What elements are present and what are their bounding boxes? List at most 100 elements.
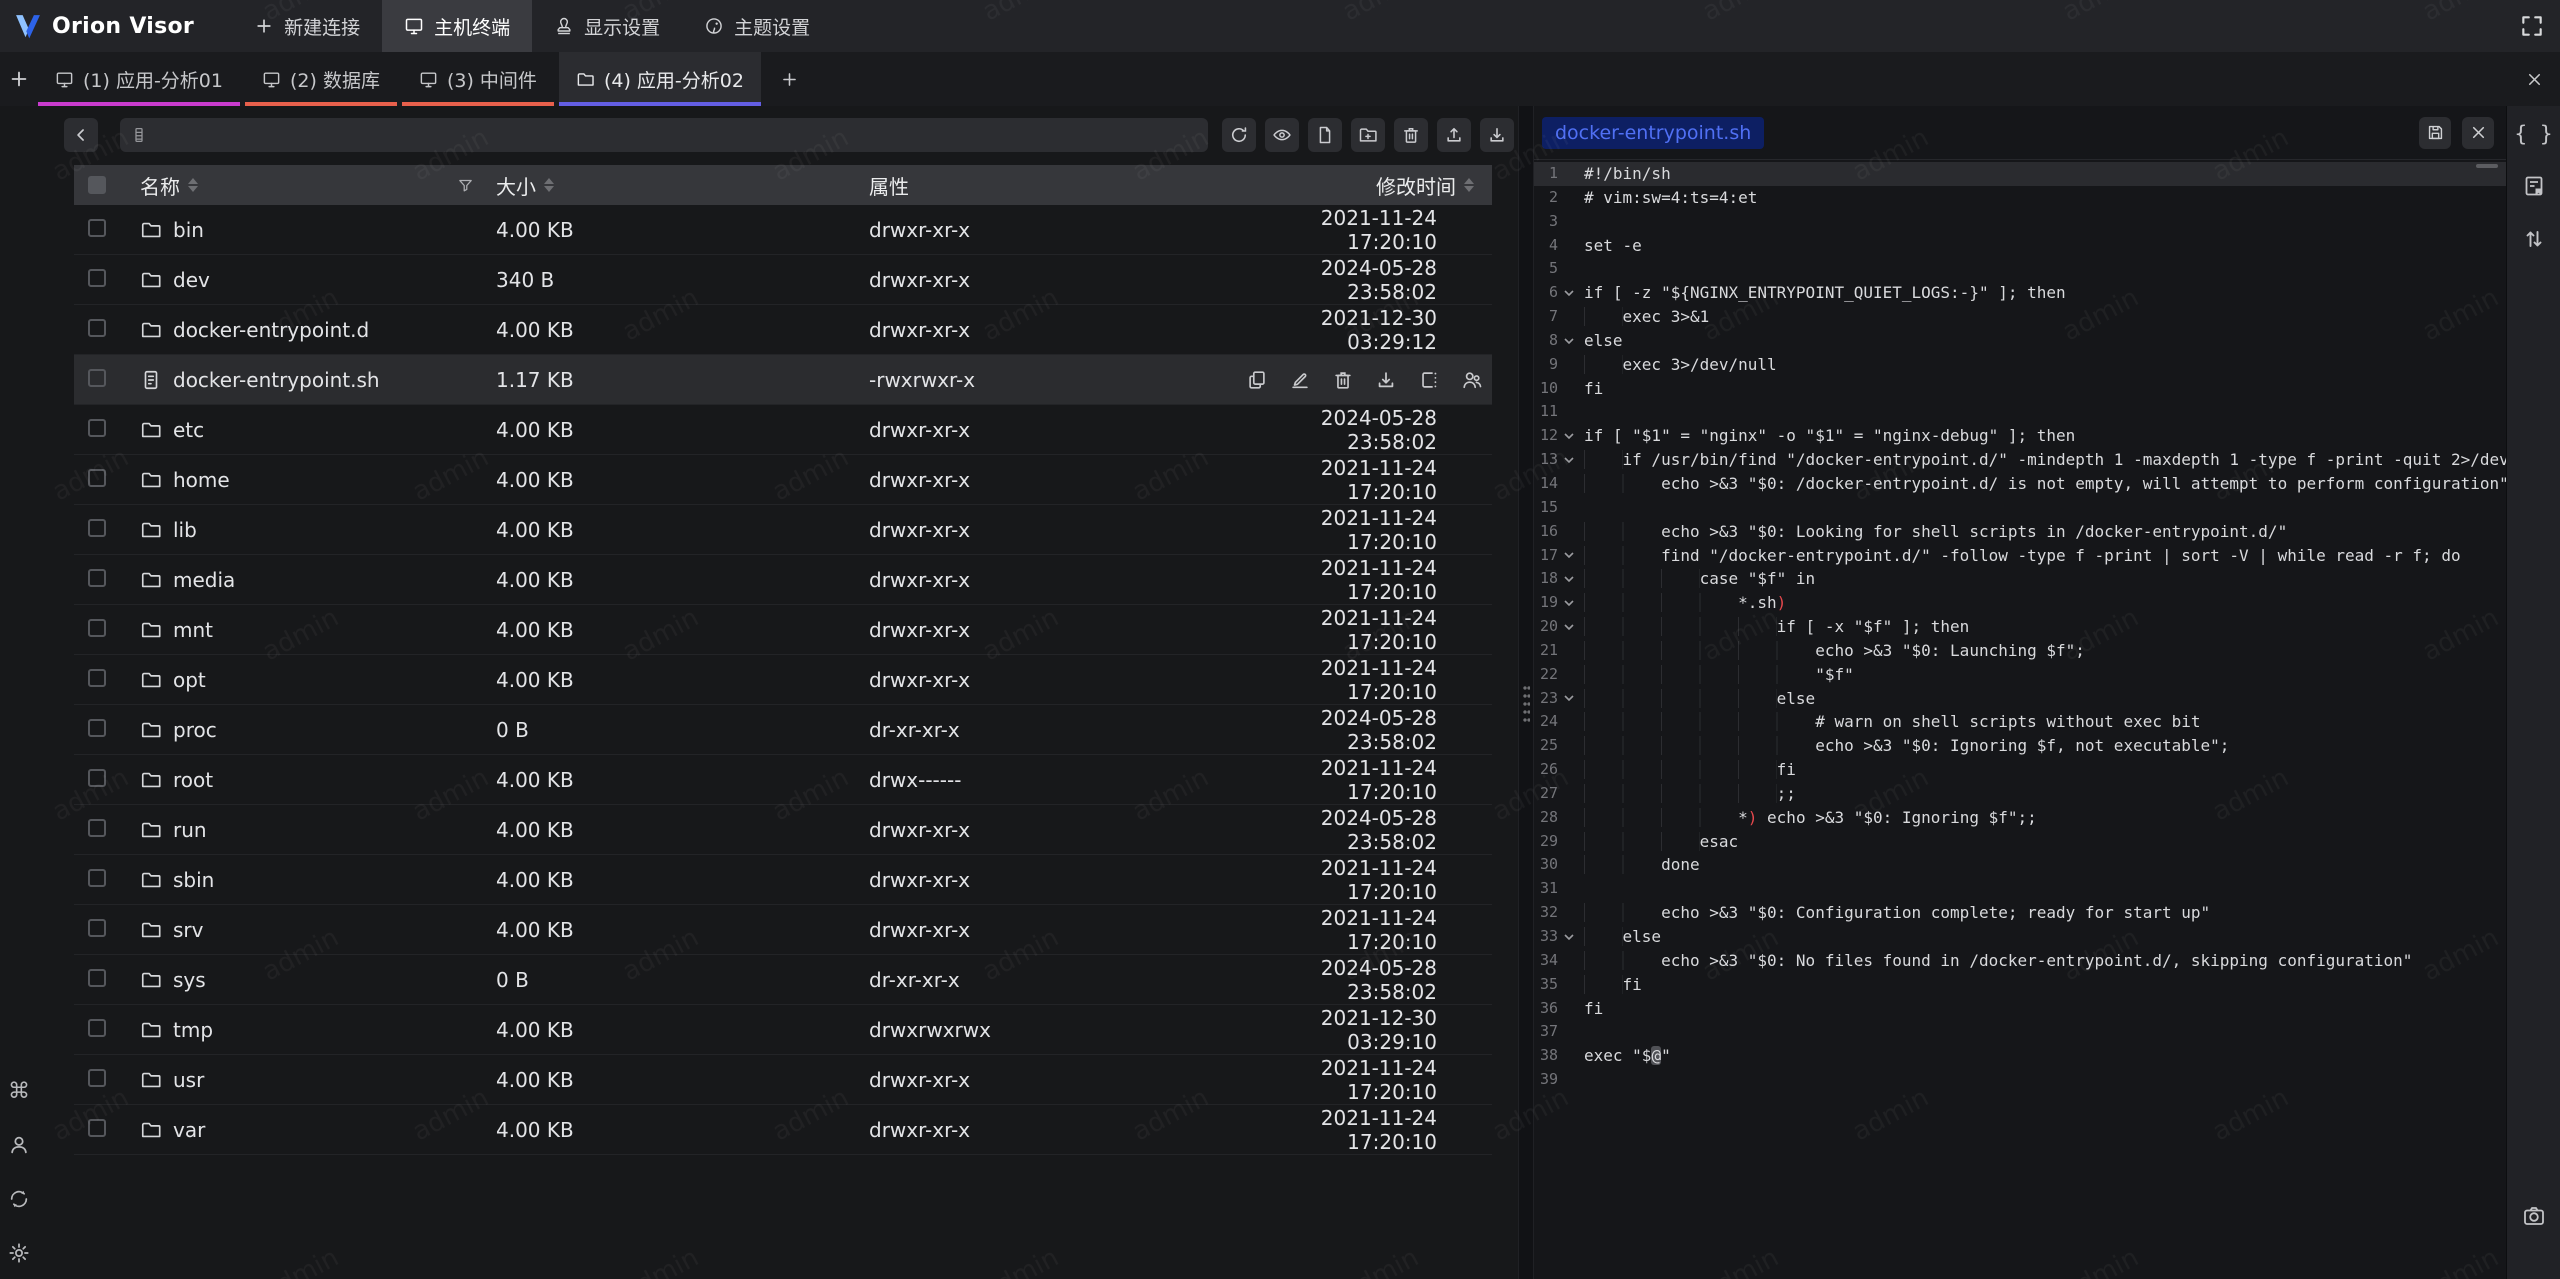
filter-funnel-icon[interactable] bbox=[457, 177, 474, 194]
fold-chevron-icon[interactable] bbox=[1558, 997, 1580, 1021]
editor-scrollbar-thumb[interactable] bbox=[2476, 164, 2498, 168]
row-checkbox[interactable] bbox=[88, 769, 106, 787]
path-input[interactable] bbox=[156, 123, 1198, 147]
code-line[interactable]: 1 #!/bin/sh bbox=[1534, 162, 2506, 186]
code-line[interactable]: 2 # vim:sw=4:ts=4:et bbox=[1534, 186, 2506, 210]
row-checkbox[interactable] bbox=[88, 719, 106, 737]
code-line[interactable]: 11 bbox=[1534, 400, 2506, 424]
save-file-button[interactable] bbox=[2419, 117, 2451, 149]
shortcut-keys-icon[interactable]: ⌘ bbox=[8, 1081, 30, 1103]
fold-chevron-icon[interactable] bbox=[1558, 687, 1580, 711]
code-line[interactable]: 37 bbox=[1534, 1020, 2506, 1044]
code-line[interactable]: 14 echo >&3 "$0: /docker-entrypoint.d/ i… bbox=[1534, 472, 2506, 496]
file-row[interactable]: mnt 4.00 KB drwxr-xr-x 2021-11-24 17:20:… bbox=[74, 605, 1492, 655]
preview-hidden-button[interactable] bbox=[1265, 118, 1299, 152]
file-row[interactable]: root 4.00 KB drwx------ 2021-11-24 17:20… bbox=[74, 755, 1492, 805]
fold-chevron-icon[interactable] bbox=[1558, 758, 1580, 782]
fold-chevron-icon[interactable] bbox=[1558, 377, 1580, 401]
column-header-name[interactable]: 名称 bbox=[136, 171, 496, 200]
code-line[interactable]: 20 if [ -x "$f" ]; then bbox=[1534, 615, 2506, 639]
new-folder-button[interactable] bbox=[1351, 118, 1385, 152]
fold-chevron-icon[interactable] bbox=[1558, 281, 1580, 305]
code-line[interactable]: 35 fi bbox=[1534, 973, 2506, 997]
terminal-tab-3[interactable]: (3) 中间件 bbox=[402, 52, 554, 106]
fold-chevron-icon[interactable] bbox=[1558, 830, 1580, 854]
fold-chevron-icon[interactable] bbox=[1558, 400, 1580, 424]
fold-chevron-icon[interactable] bbox=[1558, 710, 1580, 734]
terminal-tab-2[interactable]: (2) 数据库 bbox=[245, 52, 397, 106]
fold-chevron-icon[interactable] bbox=[1558, 162, 1580, 186]
code-line[interactable]: 10 fi bbox=[1534, 377, 2506, 401]
code-line[interactable]: 28 *) echo >&3 "$0: Ignoring $f";; bbox=[1534, 806, 2506, 830]
row-checkbox[interactable] bbox=[88, 819, 106, 837]
file-row[interactable]: var 4.00 KB drwxr-xr-x 2021-11-24 17:20:… bbox=[74, 1105, 1492, 1155]
row-checkbox[interactable] bbox=[88, 419, 106, 437]
navbar-item-4[interactable]: 主题设置 bbox=[682, 0, 832, 52]
refresh-button[interactable] bbox=[1222, 118, 1256, 152]
row-checkbox[interactable] bbox=[88, 519, 106, 537]
upload-button[interactable] bbox=[1437, 118, 1471, 152]
row-checkbox[interactable] bbox=[88, 269, 106, 287]
code-line[interactable]: 22 "$f" bbox=[1534, 663, 2506, 687]
file-row[interactable]: proc 0 B dr-xr-xr-x 2024-05-28 23:58:02 bbox=[74, 705, 1492, 755]
file-row[interactable]: bin 4.00 KB drwxr-xr-x 2021-11-24 17:20:… bbox=[74, 205, 1492, 255]
fold-chevron-icon[interactable] bbox=[1558, 853, 1580, 877]
row-checkbox[interactable] bbox=[88, 919, 106, 937]
file-row[interactable]: tmp 4.00 KB drwxrwxrwx 2021-12-30 03:29:… bbox=[74, 1005, 1492, 1055]
fold-chevron-icon[interactable] bbox=[1558, 567, 1580, 591]
code-line[interactable]: 30 done bbox=[1534, 853, 2506, 877]
fold-chevron-icon[interactable] bbox=[1558, 234, 1580, 258]
code-line[interactable]: 23 else bbox=[1534, 687, 2506, 711]
fold-chevron-icon[interactable] bbox=[1558, 1044, 1580, 1068]
column-header-size[interactable]: 大小 bbox=[496, 171, 869, 200]
fold-chevron-icon[interactable] bbox=[1558, 424, 1580, 448]
fullscreen-icon[interactable] bbox=[2519, 13, 2545, 39]
fold-chevron-icon[interactable] bbox=[1558, 901, 1580, 925]
fold-chevron-icon[interactable] bbox=[1558, 663, 1580, 687]
row-checkbox[interactable] bbox=[88, 1119, 106, 1137]
navbar-item-2[interactable]: 主机终端 bbox=[382, 0, 532, 52]
file-row[interactable]: media 4.00 KB drwxr-xr-x 2021-11-24 17:2… bbox=[74, 555, 1492, 605]
row-checkbox[interactable] bbox=[88, 869, 106, 887]
code-line[interactable]: 3 bbox=[1534, 210, 2506, 234]
path-bar[interactable] bbox=[120, 118, 1208, 152]
row-checkbox[interactable] bbox=[88, 219, 106, 237]
row-checkbox[interactable] bbox=[88, 469, 106, 487]
code-line[interactable]: 4 set -e bbox=[1534, 234, 2506, 258]
code-line[interactable]: 15 bbox=[1534, 496, 2506, 520]
row-checkbox[interactable] bbox=[88, 1019, 106, 1037]
code-line[interactable]: 8 else bbox=[1534, 329, 2506, 353]
navbar-item-3[interactable]: 显示设置 bbox=[532, 0, 682, 52]
code-line[interactable]: 38 exec "$@" bbox=[1534, 1044, 2506, 1068]
app-logo[interactable]: Orion Visor bbox=[0, 0, 210, 52]
sidebar-new-connection-icon[interactable] bbox=[0, 52, 38, 106]
fold-chevron-icon[interactable] bbox=[1558, 210, 1580, 234]
code-line[interactable]: 24 # warn on shell scripts without exec … bbox=[1534, 710, 2506, 734]
code-line[interactable]: 21 echo >&3 "$0: Launching $f"; bbox=[1534, 639, 2506, 663]
row-checkbox[interactable] bbox=[88, 669, 106, 687]
download-action-icon[interactable] bbox=[1374, 368, 1398, 392]
back-button[interactable] bbox=[64, 118, 98, 152]
code-line[interactable]: 34 echo >&3 "$0: No files found in /dock… bbox=[1534, 949, 2506, 973]
code-line[interactable]: 36 fi bbox=[1534, 997, 2506, 1021]
close-tab-button[interactable] bbox=[2525, 52, 2560, 106]
code-line[interactable]: 25 echo >&3 "$0: Ignoring $f, not execut… bbox=[1534, 734, 2506, 758]
code-line[interactable]: 6 if [ -z "${NGINX_ENTRYPOINT_QUIET_LOGS… bbox=[1534, 281, 2506, 305]
code-line[interactable]: 18 case "$f" in bbox=[1534, 567, 2506, 591]
braces-format-icon[interactable]: { } bbox=[2515, 122, 2553, 146]
file-row[interactable]: etc 4.00 KB drwxr-xr-x 2024-05-28 23:58:… bbox=[74, 405, 1492, 455]
fold-chevron-icon[interactable] bbox=[1558, 448, 1580, 472]
file-row[interactable]: opt 4.00 KB drwxr-xr-x 2021-11-24 17:20:… bbox=[74, 655, 1492, 705]
file-row[interactable]: sbin 4.00 KB drwxr-xr-x 2021-11-24 17:20… bbox=[74, 855, 1492, 905]
code-line[interactable]: 16 echo >&3 "$0: Looking for shell scrip… bbox=[1534, 520, 2506, 544]
code-line[interactable]: 39 bbox=[1534, 1068, 2506, 1092]
move-action-icon[interactable] bbox=[1417, 368, 1441, 392]
row-checkbox[interactable] bbox=[88, 969, 106, 987]
row-checkbox[interactable] bbox=[88, 369, 106, 387]
code-line[interactable]: 13 if /usr/bin/find "/docker-entrypoint.… bbox=[1534, 448, 2506, 472]
fold-chevron-icon[interactable] bbox=[1558, 782, 1580, 806]
sort-icon[interactable] bbox=[186, 176, 200, 194]
fold-chevron-icon[interactable] bbox=[1558, 925, 1580, 949]
file-row[interactable]: usr 4.00 KB drwxr-xr-x 2021-11-24 17:20:… bbox=[74, 1055, 1492, 1105]
code-line[interactable]: 17 find "/docker-entrypoint.d/" -follow … bbox=[1534, 544, 2506, 568]
